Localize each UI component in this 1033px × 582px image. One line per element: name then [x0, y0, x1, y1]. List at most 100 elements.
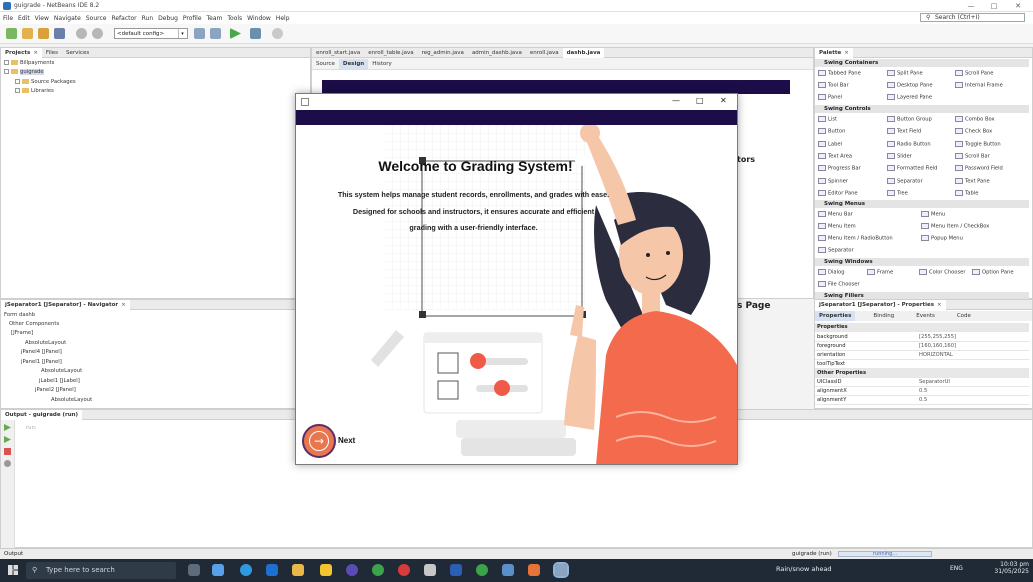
palette-section-containers[interactable]: Swing Containers	[815, 59, 1029, 67]
palette-item[interactable]: Scroll Bar	[955, 152, 990, 159]
close-icon[interactable]: ×	[844, 50, 849, 56]
nav-item-layout[interactable]: AbsoluteLayout	[25, 340, 66, 346]
palette-item[interactable]: Password Field	[955, 165, 1003, 172]
xampp-icon[interactable]	[528, 564, 540, 576]
word-icon[interactable]	[450, 564, 462, 576]
menu-source[interactable]: Source	[86, 15, 107, 22]
palette-section-controls[interactable]: Swing Controls	[815, 105, 1029, 113]
palette-item[interactable]: Internal Frame	[955, 82, 1003, 89]
search-input[interactable]: ⚲ Search (Ctrl+I)	[920, 13, 1025, 22]
palette-item[interactable]: Menu Item	[818, 223, 856, 230]
palette-item[interactable]: Button	[818, 128, 845, 135]
palette-item[interactable]: Text Area	[818, 152, 852, 159]
edge-icon[interactable]	[240, 564, 252, 576]
calculator-icon[interactable]	[424, 564, 436, 576]
menu-window[interactable]: Window	[247, 15, 271, 22]
close-icon[interactable]: ×	[937, 302, 942, 308]
property-value[interactable]: [160,160,160]	[919, 343, 956, 349]
properties-section-header[interactable]: Other Properties	[815, 369, 1029, 378]
close-button[interactable]: ✕	[1007, 1, 1029, 11]
nav-item-jframe[interactable]: [JFrame]	[11, 330, 33, 336]
save-all-icon[interactable]	[54, 28, 65, 39]
palette-item[interactable]: Separator	[887, 177, 923, 184]
tab-binding[interactable]: Binding	[869, 311, 898, 321]
palette-item[interactable]: Color Chooser	[919, 269, 965, 276]
palette-item[interactable]: Desktop Pane	[887, 82, 933, 89]
nav-item-jpanel4[interactable]: jPanel4 [JPanel]	[21, 349, 62, 355]
tab-design[interactable]: Design	[338, 58, 369, 69]
property-row[interactable]: foreground [160,160,160]	[815, 342, 1029, 351]
app-icon[interactable]	[346, 564, 358, 576]
property-row[interactable]: orientation HORIZONTAL	[815, 351, 1029, 360]
output-toggle[interactable]: Output	[4, 551, 23, 557]
nav-item-form[interactable]: Form dashb	[4, 312, 35, 318]
property-row[interactable]: background [255,255,255]	[815, 333, 1029, 342]
menu-team[interactable]: Team	[207, 15, 223, 22]
palette-item[interactable]: Frame	[867, 269, 893, 276]
palette-item[interactable]: Menu Item / RadioButton	[818, 235, 893, 242]
palette-item[interactable]: Formatted Field	[887, 165, 937, 172]
run-icon[interactable]	[230, 28, 241, 39]
menu-debug[interactable]: Debug	[158, 15, 178, 22]
property-row[interactable]: alignmentY 0.5	[815, 396, 1029, 405]
open-project-icon[interactable]	[38, 28, 49, 39]
sticky-notes-icon[interactable]	[320, 564, 332, 576]
rerun-icon[interactable]	[4, 424, 11, 431]
chrome-icon[interactable]	[372, 564, 384, 576]
close-icon[interactable]: ×	[33, 50, 38, 56]
minimize-button[interactable]: —	[960, 1, 982, 11]
property-value[interactable]: [255,255,255]	[919, 334, 956, 340]
palette-item[interactable]: Toggle Button	[955, 140, 1001, 147]
menu-navigate[interactable]: Navigate	[54, 15, 81, 22]
property-value[interactable]: SeparatorUI	[919, 379, 950, 385]
menu-run[interactable]: Run	[142, 15, 154, 22]
maximize-button[interactable]: □	[983, 1, 1005, 11]
taskbar-search-input[interactable]: ⚲ Type here to search	[26, 562, 176, 579]
palette-item[interactable]: Button Group	[887, 116, 932, 123]
palette-item[interactable]: Scroll Pane	[955, 70, 993, 77]
tab-files[interactable]: Files	[42, 48, 62, 58]
tab-enroll-table[interactable]: enroll_table.java	[364, 48, 417, 58]
language-indicator[interactable]: ENG	[950, 565, 963, 572]
weather-text[interactable]: Rain/snow ahead	[776, 565, 832, 573]
clean-build-icon[interactable]	[210, 28, 221, 39]
settings-icon[interactable]	[4, 460, 11, 467]
palette-item[interactable]: File Chooser	[818, 281, 860, 288]
palette-section-menus[interactable]: Swing Menus	[815, 200, 1029, 208]
tree-item-billpayments[interactable]: Billpayments	[4, 60, 54, 66]
tab-code[interactable]: Code	[953, 311, 975, 321]
tab-source[interactable]: Source	[312, 59, 339, 69]
config-select[interactable]: <default config> ▾	[114, 28, 188, 39]
copilot-icon[interactable]	[212, 564, 224, 576]
palette-item[interactable]: Check Box	[955, 128, 992, 135]
file-explorer-icon[interactable]	[292, 564, 304, 576]
menu-edit[interactable]: Edit	[18, 15, 30, 22]
collapse-icon[interactable]	[4, 69, 9, 74]
palette-item[interactable]: Menu	[921, 211, 945, 218]
tab-projects[interactable]: Projects ×	[1, 47, 42, 58]
rerun-icon-2[interactable]	[4, 436, 11, 443]
expand-icon[interactable]	[15, 88, 20, 93]
nav-item-jpanel2[interactable]: jPanel2 [JPanel]	[35, 387, 76, 393]
chrome-profile-icon[interactable]	[476, 564, 488, 576]
palette-item[interactable]: Combo Box	[955, 116, 995, 123]
palette-item[interactable]: Popup Menu	[921, 235, 963, 242]
tree-item-libraries[interactable]: Libraries	[15, 88, 54, 94]
tab-properties-title[interactable]: jSeparator1 [JSeparator] - Properties ×	[815, 299, 946, 310]
tree-item-guigrade[interactable]: guigrade	[4, 69, 44, 75]
palette-item[interactable]: Option Pane	[972, 269, 1014, 276]
tab-properties[interactable]: Properties	[815, 311, 856, 321]
tab-palette[interactable]: Palette ×	[815, 47, 853, 58]
tab-enroll[interactable]: enroll.java	[526, 48, 563, 58]
stop-icon[interactable]	[4, 448, 11, 455]
property-row[interactable]: UIClassID SeparatorUI	[815, 378, 1029, 387]
property-row[interactable]: alignmentX 0.5	[815, 387, 1029, 396]
expand-icon[interactable]	[15, 79, 20, 84]
build-icon[interactable]	[194, 28, 205, 39]
next-label[interactable]: Next	[338, 436, 355, 445]
nav-item-jpanel1[interactable]: jPanel1 [JPanel]	[21, 359, 62, 365]
property-value[interactable]: 0.5	[919, 397, 927, 403]
menu-tools[interactable]: Tools	[227, 15, 242, 22]
tab-dashb[interactable]: dashb.java	[562, 47, 605, 58]
profile-icon[interactable]	[272, 28, 283, 39]
